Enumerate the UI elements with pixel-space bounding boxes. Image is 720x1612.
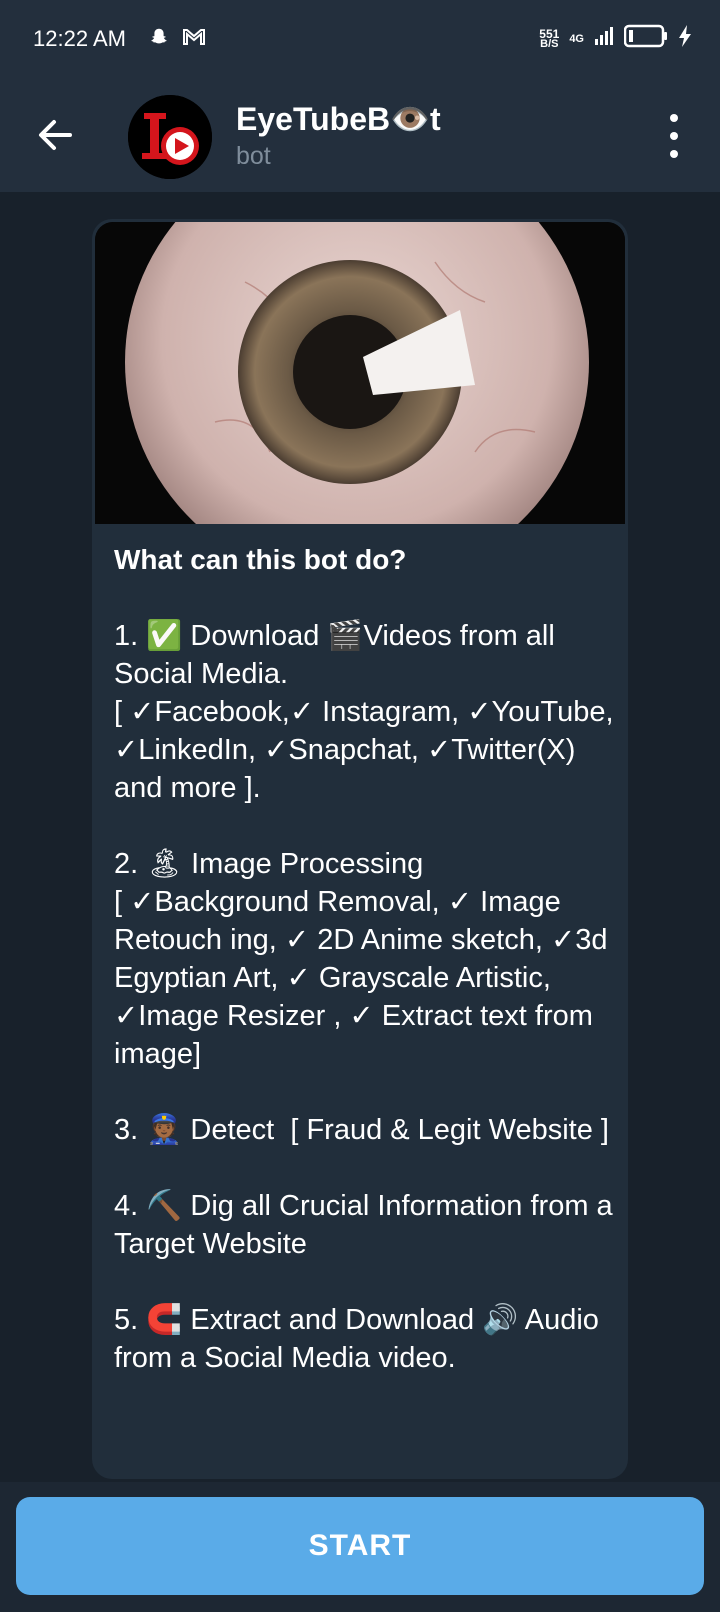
eyetube-logo	[128, 95, 212, 179]
bot-description-bubble: What can this bot do? 1. ✅ Download 🎬Vid…	[92, 219, 628, 1479]
feature-item-5: 5. 🧲 Extract and Download 🔊 Audio from a…	[114, 1304, 607, 1374]
signal-icon	[594, 26, 614, 51]
more-vert-icon	[670, 114, 678, 122]
chat-subtitle: bot	[236, 142, 271, 170]
feature-item-4: 4. ⛏️ Dig all Crucial Information from a…	[114, 1190, 621, 1260]
status-bar: 12:22 AM 551 B/S 4G	[0, 0, 720, 80]
charging-icon	[678, 25, 692, 52]
back-button[interactable]	[30, 110, 80, 160]
bot-avatar[interactable]	[128, 95, 212, 179]
start-button[interactable]: START	[16, 1497, 704, 1595]
status-time: 12:22 AM	[33, 26, 126, 51]
bot-description-text: What can this bot do? 1. ✅ Download 🎬Vid…	[114, 541, 614, 1377]
network-type: 4G	[569, 32, 584, 45]
eyeball-image	[95, 222, 625, 524]
feature-item-3: 3. 👮🏾 Detect [ Fraud & Legit Website ]	[114, 1114, 609, 1146]
net-speed: 551 B/S	[539, 26, 560, 50]
more-menu-button[interactable]	[664, 114, 684, 158]
chat-title[interactable]: EyeTubeB👁️t	[236, 100, 441, 138]
notification-icons	[148, 26, 206, 53]
feature-item-2: 2. 🏝 Image Processing [ ✓Background Remo…	[114, 848, 608, 1070]
bot-intro-media[interactable]	[95, 222, 625, 524]
chat-header: EyeTubeB👁️t bot	[0, 80, 720, 192]
system-icons: 551 B/S 4G	[539, 24, 692, 53]
snapchat-icon	[148, 26, 170, 53]
feature-item-1: 1. ✅ Download 🎬Videos from all Social Me…	[114, 620, 614, 804]
gmail-icon	[182, 26, 206, 53]
bottom-bar: START	[0, 1482, 720, 1612]
screen: 12:22 AM 551 B/S 4G EyeTubeB👁️t bot What…	[0, 0, 720, 1612]
back-arrow-icon	[39, 120, 72, 150]
description-heading: What can this bot do?	[114, 544, 407, 575]
battery-icon	[623, 24, 668, 53]
